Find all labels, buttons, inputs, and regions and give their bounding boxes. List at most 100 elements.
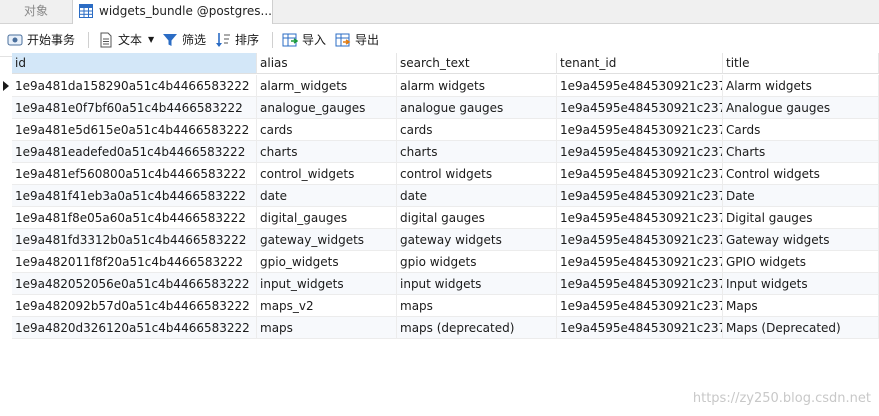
cell-title[interactable]: Date [723,185,879,207]
cell-search-text[interactable]: date [397,185,557,207]
cell-id[interactable]: 1e9a481f8e05a60a51c4b4466583222 [12,207,257,229]
cell-search-text[interactable]: maps [397,295,557,317]
column-header-title[interactable]: title [723,53,879,74]
row-selector[interactable] [0,317,12,339]
filter-button[interactable]: 筛选 [162,24,212,56]
cell-tenant-id[interactable]: 1e9a4595e484530921c2376c [557,251,723,273]
cell-alias[interactable]: maps [257,317,397,339]
cell-title[interactable]: Control widgets [723,163,879,185]
table-row[interactable]: 1e9a481ef560800a51c4b4466583222 control_w… [0,163,879,185]
cell-tenant-id[interactable]: 1e9a4595e484530921c2376c [557,273,723,295]
row-selector[interactable] [0,97,12,119]
tab-widgets-bundle[interactable]: widgets_bundle @postgres.... [72,0,273,24]
begin-transaction-button[interactable]: 开始事务 [7,24,83,56]
cell-tenant-id[interactable]: 1e9a4595e484530921c2376c [557,295,723,317]
cell-alias[interactable]: date [257,185,397,207]
cell-tenant-id[interactable]: 1e9a4595e484530921c2376c [557,141,723,163]
tab-objects[interactable]: 对象 [0,0,72,23]
cell-alias[interactable]: digital_gauges [257,207,397,229]
table-row[interactable]: 1e9a481eadefed0a51c4b4466583222 charts cha… [0,141,879,163]
import-button[interactable]: 导入 [282,24,328,56]
tab-widgets-bundle-label: widgets_bundle @postgres.... [99,4,273,18]
cell-id[interactable]: 1e9a481da158290a51c4b4466583222 [12,75,257,97]
cell-title[interactable]: Alarm widgets [723,75,879,97]
column-header-tenant-id[interactable]: tenant_id [557,53,723,74]
row-selector[interactable] [0,163,12,185]
table-row[interactable]: 1e9a4820d326120a51c4b4466583222 maps maps … [0,317,879,339]
cell-alias[interactable]: alarm_widgets [257,75,397,97]
cell-id[interactable]: 1e9a481eadefed0a51c4b4466583222 [12,141,257,163]
cell-alias[interactable]: gpio_widgets [257,251,397,273]
cell-tenant-id[interactable]: 1e9a4595e484530921c2376c [557,207,723,229]
table-row[interactable]: 1e9a482011f8f20a51c4b4466583222 gpio_widg… [0,251,879,273]
cell-title[interactable]: Digital gauges [723,207,879,229]
sort-button[interactable]: 排序 [215,24,265,56]
row-selector[interactable] [0,185,12,207]
row-selector[interactable] [0,273,12,295]
row-selector[interactable] [0,229,12,251]
export-label: 导出 [355,33,380,47]
text-button[interactable]: 文本 ▼ [98,24,158,56]
cell-title[interactable]: Cards [723,119,879,141]
column-header-search-text[interactable]: search_text [397,53,557,74]
cell-tenant-id[interactable]: 1e9a4595e484530921c2376c [557,119,723,141]
cell-id[interactable]: 1e9a482011f8f20a51c4b4466583222 [12,251,257,273]
cell-id[interactable]: 1e9a481f41eb3a0a51c4b4466583222 [12,185,257,207]
cell-id[interactable]: 1e9a482092b57d0a51c4b4466583222 [12,295,257,317]
cell-title[interactable]: Charts [723,141,879,163]
cell-alias[interactable]: analogue_gauges [257,97,397,119]
cell-search-text[interactable]: digital gauges [397,207,557,229]
table-row[interactable]: 1e9a481da158290a51c4b4466583222 alarm_wid… [0,75,879,97]
cell-id[interactable]: 1e9a481e0f7bf60a51c4b4466583222 [12,97,257,119]
cell-alias[interactable]: control_widgets [257,163,397,185]
table-row[interactable]: 1e9a481fd3312b0a51c4b4466583222 gateway_w… [0,229,879,251]
cell-alias[interactable]: cards [257,119,397,141]
cell-title[interactable]: Analogue gauges [723,97,879,119]
cell-search-text[interactable]: maps (deprecated) [397,317,557,339]
cell-search-text[interactable]: gateway widgets [397,229,557,251]
text-label: 文本 [118,33,143,47]
cell-search-text[interactable]: input widgets [397,273,557,295]
row-selector[interactable] [0,207,12,229]
cell-title[interactable]: Input widgets [723,273,879,295]
cell-tenant-id[interactable]: 1e9a4595e484530921c2376c [557,97,723,119]
column-header-alias[interactable]: alias [257,53,397,74]
table-row[interactable]: 1e9a481e0f7bf60a51c4b4466583222 analogue_… [0,97,879,119]
cell-tenant-id[interactable]: 1e9a4595e484530921c2376c [557,163,723,185]
cell-search-text[interactable]: gpio widgets [397,251,557,273]
cell-id[interactable]: 1e9a481e5d615e0a51c4b4466583222 [12,119,257,141]
cell-id[interactable]: 1e9a482052056e0a51c4b4466583222 [12,273,257,295]
table-row[interactable]: 1e9a481f8e05a60a51c4b4466583222 digital_g… [0,207,879,229]
cell-tenant-id[interactable]: 1e9a4595e484530921c2376c [557,229,723,251]
row-selector[interactable] [0,75,12,97]
cell-search-text[interactable]: alarm widgets [397,75,557,97]
export-button[interactable]: 导出 [335,24,381,56]
row-selector[interactable] [0,141,12,163]
row-selector[interactable] [0,119,12,141]
table-row[interactable]: 1e9a482052056e0a51c4b4466583222 input_wid… [0,273,879,295]
cell-tenant-id[interactable]: 1e9a4595e484530921c2376c [557,185,723,207]
cell-id[interactable]: 1e9a4820d326120a51c4b4466583222 [12,317,257,339]
table-row[interactable]: 1e9a481e5d615e0a51c4b4466583222 cards card… [0,119,879,141]
row-selector[interactable] [0,251,12,273]
cell-tenant-id[interactable]: 1e9a4595e484530921c2376c [557,317,723,339]
row-selector[interactable] [0,295,12,317]
cell-alias[interactable]: charts [257,141,397,163]
cell-alias[interactable]: input_widgets [257,273,397,295]
cell-title[interactable]: Maps (Deprecated) [723,317,879,339]
cell-search-text[interactable]: charts [397,141,557,163]
cell-title[interactable]: Gateway widgets [723,229,879,251]
table-row[interactable]: 1e9a481f41eb3a0a51c4b4466583222 date date 1… [0,185,879,207]
cell-title[interactable]: Maps [723,295,879,317]
cell-id[interactable]: 1e9a481fd3312b0a51c4b4466583222 [12,229,257,251]
cell-id[interactable]: 1e9a481ef560800a51c4b4466583222 [12,163,257,185]
cell-search-text[interactable]: cards [397,119,557,141]
cell-alias[interactable]: maps_v2 [257,295,397,317]
cell-alias[interactable]: gateway_widgets [257,229,397,251]
table-row[interactable]: 1e9a482092b57d0a51c4b4466583222 maps_v2 ma… [0,295,879,317]
column-header-id[interactable]: id [12,53,257,74]
cell-search-text[interactable]: analogue gauges [397,97,557,119]
cell-search-text[interactable]: control widgets [397,163,557,185]
cell-tenant-id[interactable]: 1e9a4595e484530921c2376c [557,75,723,97]
cell-title[interactable]: GPIO widgets [723,251,879,273]
